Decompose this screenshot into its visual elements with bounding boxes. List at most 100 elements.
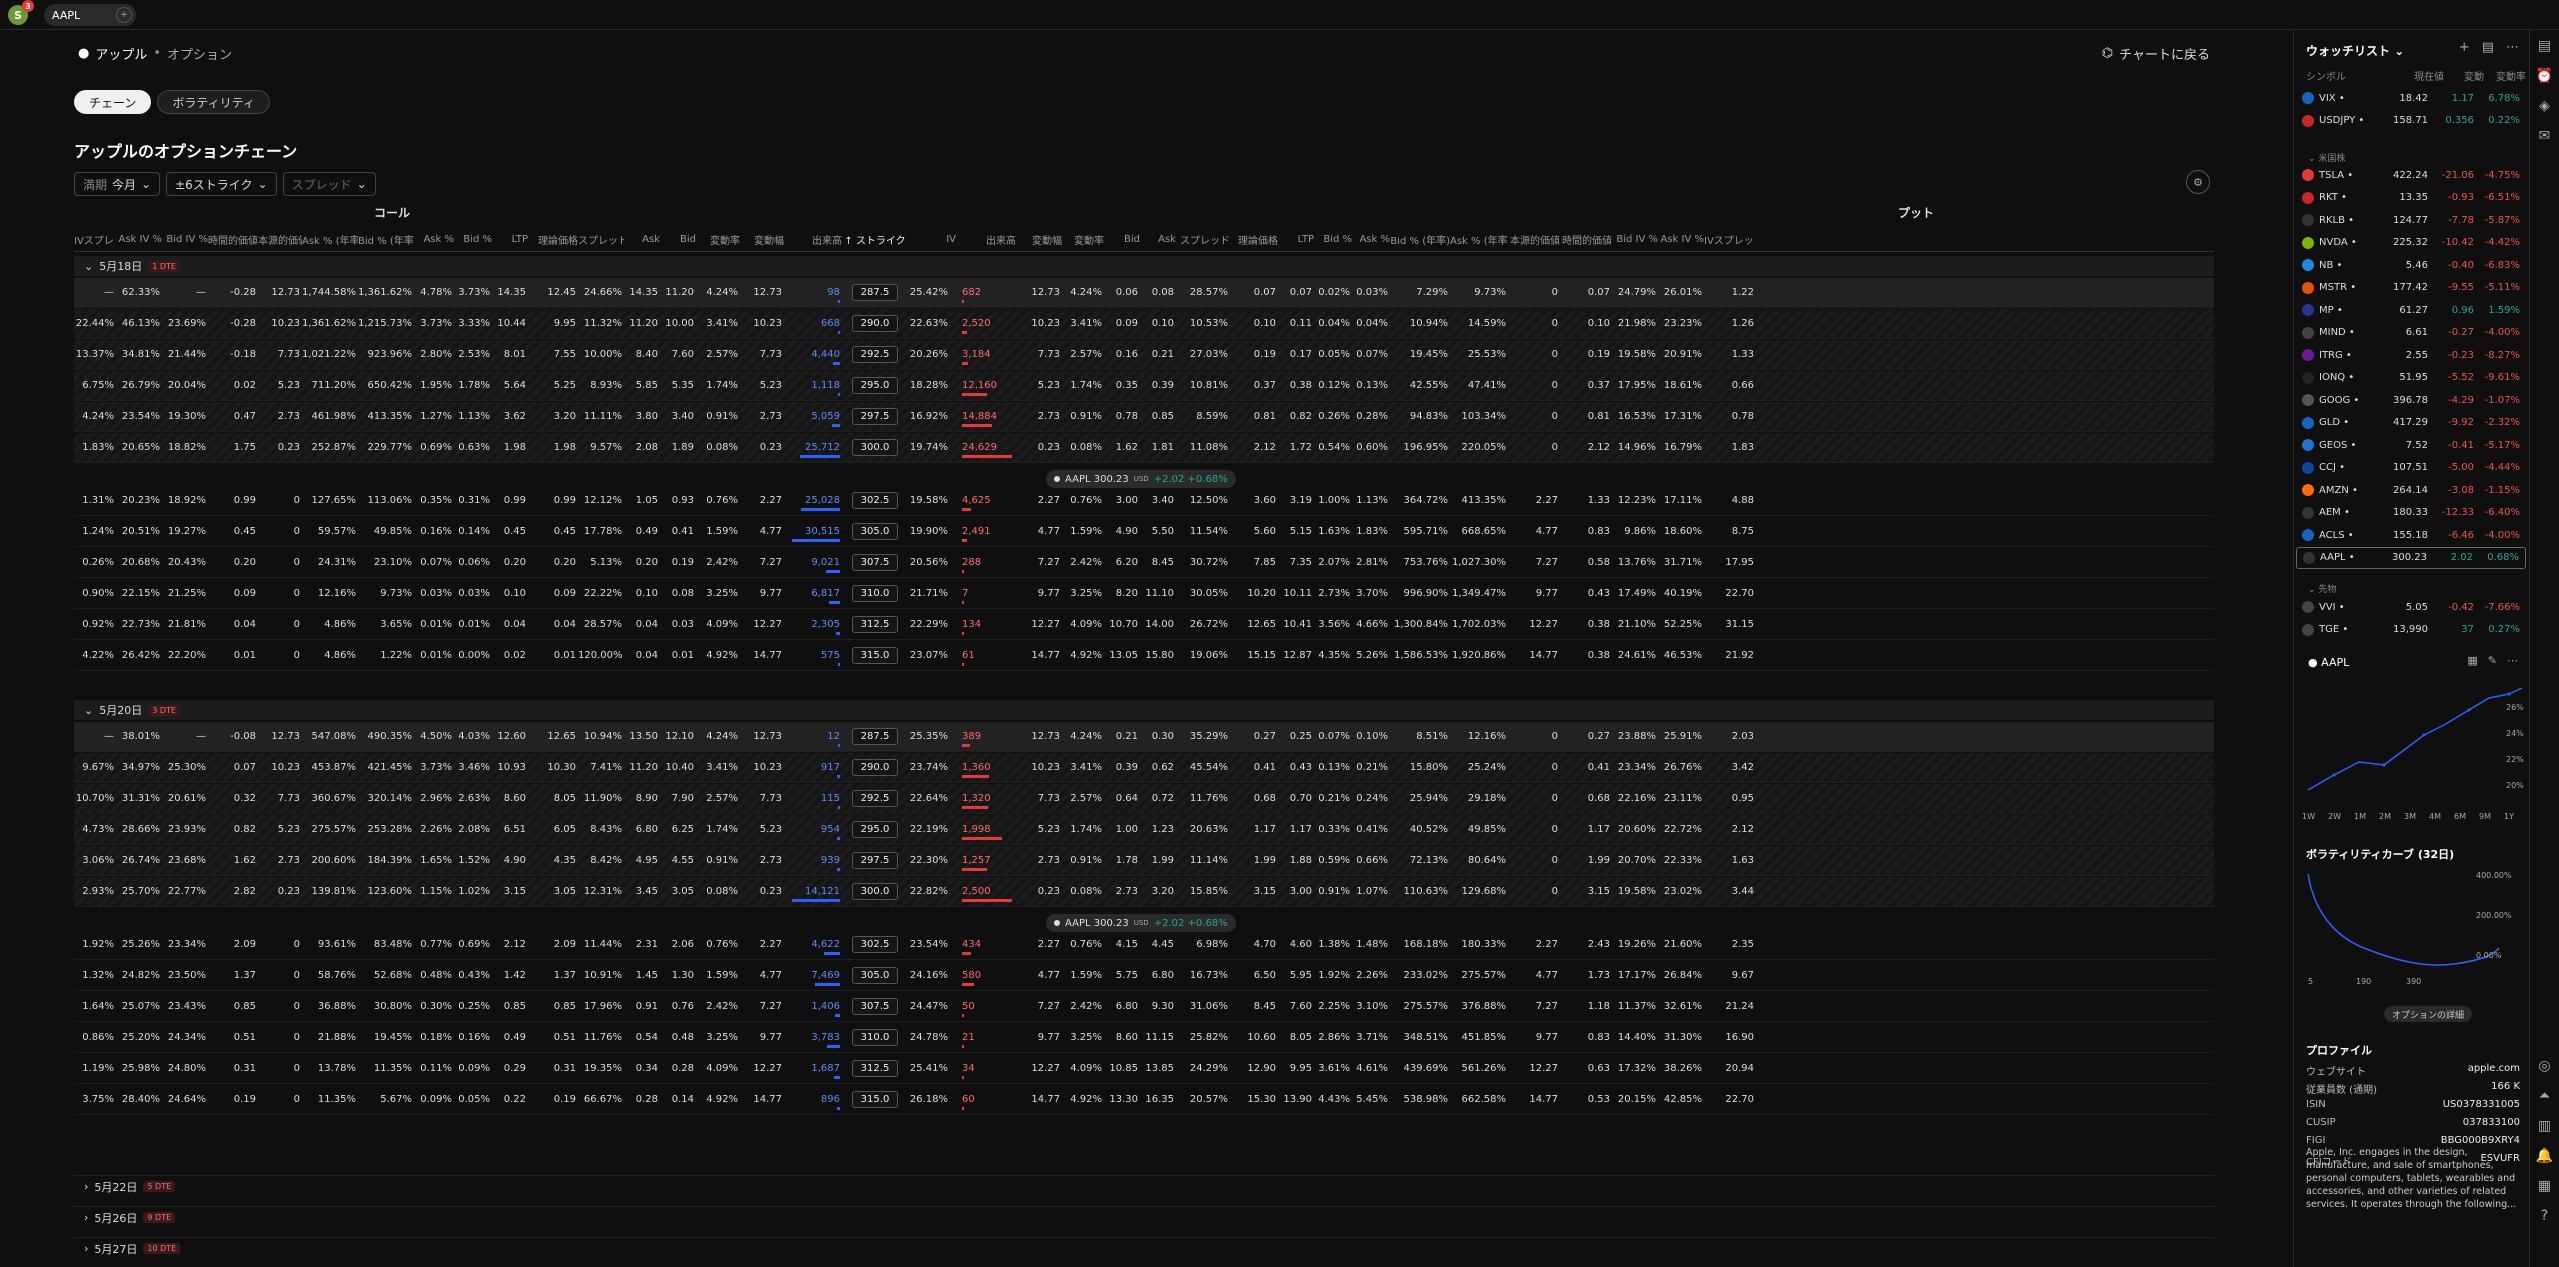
- tab-chain[interactable]: チェーン: [74, 90, 152, 114]
- column-header[interactable]: Ask %: [414, 234, 454, 245]
- option-cell[interactable]: 4.55: [660, 855, 696, 866]
- watchlist-row[interactable]: ACLS • 155.18 -6.46 -4.00%: [2296, 524, 2526, 546]
- option-row[interactable]: 22.44% 46.13% 23.69% -0.28 10.23 1,361.62% 1,2…: [74, 309, 2214, 339]
- strike-value[interactable]: 315.0: [851, 1091, 899, 1108]
- watchlist-row[interactable]: VVI • 5.05 -0.42 -7.66%: [2296, 596, 2526, 618]
- expiry-group-collapsed[interactable]: › 5月22日 5 DTE: [74, 1175, 2214, 1197]
- column-header[interactable]: Bid: [660, 234, 696, 245]
- option-cell[interactable]: 2.08: [624, 442, 660, 453]
- option-cell[interactable]: 5.75: [1104, 970, 1140, 981]
- option-cell[interactable]: 9.30: [1140, 1001, 1176, 1012]
- watchlist-row[interactable]: AAPL • 300.23 2.02 0.68%: [2296, 546, 2526, 569]
- option-row[interactable]: 9.67% 34.97% 25.30% 0.07 10.23 453.87% 421.45%…: [74, 753, 2214, 783]
- range-option[interactable]: 4M: [2429, 812, 2441, 821]
- watchlist-row[interactable]: NVDA • 225.32 -10.42 -4.42%: [2296, 232, 2526, 254]
- signal-icon[interactable]: ⏶: [2539, 1088, 2550, 1104]
- watchlist-row[interactable]: USDJPY • 158.71 0.356 0.22%: [2296, 110, 2526, 132]
- expiry-group-collapsed[interactable]: › 5月27日 10 DTE: [74, 1237, 2214, 1259]
- watchlist-row[interactable]: AEM • 180.33 -12.33 -6.40%: [2296, 502, 2526, 524]
- option-cell[interactable]: 8.60: [1104, 1032, 1140, 1043]
- option-cell[interactable]: 1.99: [1140, 855, 1176, 866]
- strike-cell[interactable]: 315.0: [842, 647, 908, 664]
- option-cell[interactable]: 5.50: [1140, 526, 1176, 537]
- apps-icon[interactable]: ▦: [2538, 1178, 2551, 1194]
- option-cell[interactable]: 4.95: [624, 855, 660, 866]
- option-cell[interactable]: 6.80: [1104, 1001, 1140, 1012]
- strike-value[interactable]: 300.0: [851, 439, 899, 456]
- table-settings-icon[interactable]: ⚙: [2186, 170, 2210, 194]
- option-cell[interactable]: 12.10: [660, 731, 696, 742]
- option-cell[interactable]: 13.85: [1140, 1063, 1176, 1074]
- option-cell[interactable]: 1.05: [624, 495, 660, 506]
- column-header[interactable]: IVスプレッド: [74, 232, 116, 247]
- option-cell[interactable]: 0.39: [1104, 762, 1140, 773]
- option-cell[interactable]: 0.08: [660, 588, 696, 599]
- strike-value[interactable]: 307.5: [851, 554, 899, 571]
- watchlist-row[interactable]: GEOS • 7.52 -0.41 -5.17%: [2296, 434, 2526, 456]
- option-cell[interactable]: 1.30: [660, 970, 696, 981]
- option-cell[interactable]: 8.20: [1104, 588, 1140, 599]
- strike-value[interactable]: 307.5: [851, 998, 899, 1015]
- strike-value[interactable]: 295.0: [851, 377, 899, 394]
- watchlist-row[interactable]: RKT • 13.35 -0.93 -6.51%: [2296, 187, 2526, 209]
- column-header[interactable]: スプレッド: [1176, 232, 1230, 247]
- strike-value[interactable]: 295.0: [851, 821, 899, 838]
- watchlist-title[interactable]: ウォッチリスト ⌄: [2306, 42, 2404, 59]
- strike-value[interactable]: 292.5: [851, 790, 899, 807]
- option-cell[interactable]: 0.06: [1104, 287, 1140, 298]
- option-cell[interactable]: 0.78: [1104, 411, 1140, 422]
- column-header[interactable]: スプレッド: [578, 232, 624, 247]
- column-header[interactable]: 変動幅: [740, 232, 784, 247]
- option-cell[interactable]: 10.00: [660, 318, 696, 329]
- column-header[interactable]: Bid: [1104, 234, 1140, 245]
- option-cell[interactable]: 13.50: [624, 731, 660, 742]
- option-cell[interactable]: 0.21: [1140, 349, 1176, 360]
- watchlist-row[interactable]: MP • 61.27 0.96 1.59%: [2296, 299, 2526, 321]
- option-cell[interactable]: 1.78: [1104, 855, 1140, 866]
- option-cell[interactable]: 3.05: [660, 886, 696, 897]
- column-header[interactable]: Bid %: [1314, 234, 1352, 245]
- option-cell[interactable]: 0.76: [660, 1001, 696, 1012]
- strike-cell[interactable]: 302.5: [842, 936, 908, 953]
- option-cell[interactable]: 15.80: [1140, 650, 1176, 661]
- option-row[interactable]: 0.86% 25.20% 24.34% 0.51 0 21.88% 19.45% 0.18% 0…: [74, 1023, 2214, 1053]
- col-change-pct[interactable]: 変動率: [2496, 68, 2526, 83]
- option-row[interactable]: 1.19% 25.98% 24.80% 0.31 0 13.78% 11.35% 0.11% 0…: [74, 1054, 2214, 1084]
- strike-cell[interactable]: 307.5: [842, 998, 908, 1015]
- option-cell[interactable]: 3.00: [1104, 495, 1140, 506]
- strike-cell[interactable]: 287.5: [842, 728, 908, 745]
- strike-value[interactable]: 305.0: [851, 523, 899, 540]
- option-cell[interactable]: 0.04: [624, 619, 660, 630]
- profile-value[interactable]: US0378331005: [2443, 1099, 2520, 1110]
- strike-value[interactable]: 302.5: [851, 936, 899, 953]
- option-row[interactable]: 1.64% 25.07% 23.43% 0.85 0 36.88% 30.80% 0.30% 0…: [74, 992, 2214, 1022]
- strike-cell[interactable]: 307.5: [842, 554, 908, 571]
- more-icon[interactable]: ⋯: [2507, 654, 2518, 667]
- option-cell[interactable]: 1.89: [660, 442, 696, 453]
- watchlist-row[interactable]: MSTR • 177.42 -9.55 -5.11%: [2296, 277, 2526, 299]
- strike-cell[interactable]: 305.0: [842, 967, 908, 984]
- column-header[interactable]: 理論価格: [528, 232, 578, 247]
- column-header[interactable]: Ask: [1140, 234, 1176, 245]
- strike-value[interactable]: 290.0: [851, 315, 899, 332]
- option-row[interactable]: 4.22% 26.42% 22.20% 0.01 0 4.86% 1.22% 0.01% 0.0…: [74, 641, 2214, 671]
- option-cell[interactable]: 0.20: [624, 557, 660, 568]
- option-cell[interactable]: 6.80: [624, 824, 660, 835]
- option-cell[interactable]: 3.80: [624, 411, 660, 422]
- option-cell[interactable]: 11.10: [1140, 588, 1176, 599]
- add-icon[interactable]: +: [2459, 40, 2470, 55]
- strike-value[interactable]: 315.0: [851, 647, 899, 664]
- option-cell[interactable]: 3.45: [624, 886, 660, 897]
- option-cell[interactable]: 3.40: [660, 411, 696, 422]
- option-cell[interactable]: 0.04: [624, 650, 660, 661]
- column-header[interactable]: 出来高: [784, 232, 842, 247]
- strike-value[interactable]: 290.0: [851, 759, 899, 776]
- range-option[interactable]: 1M: [2354, 812, 2366, 821]
- strike-value[interactable]: 310.0: [851, 1029, 899, 1046]
- option-row[interactable]: 3.06% 26.74% 23.68% 1.62 2.73 200.60% 184.39% 1…: [74, 846, 2214, 876]
- strike-cell[interactable]: 312.5: [842, 1060, 908, 1077]
- option-details-button[interactable]: オプションの詳細: [2384, 1006, 2473, 1022]
- strike-value[interactable]: 297.5: [851, 852, 899, 869]
- profile-value[interactable]: 166 K: [2491, 1081, 2520, 1096]
- range-option[interactable]: 3M: [2404, 812, 2416, 821]
